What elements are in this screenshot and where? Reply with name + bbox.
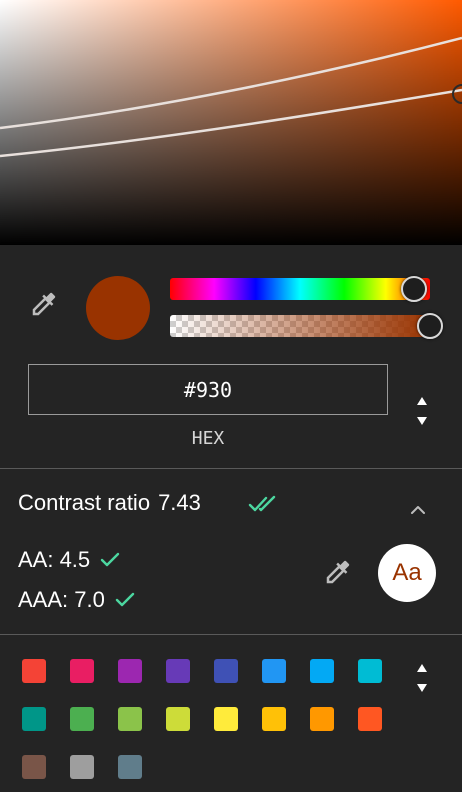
contrast-ratio-heading: Contrast ratio 7.43: [18, 490, 201, 516]
palette-swatch[interactable]: [70, 707, 94, 731]
aaa-label: AAA: 7.0: [18, 587, 105, 612]
hue-slider-thumb[interactable]: [401, 276, 427, 302]
palette-swatch[interactable]: [262, 659, 286, 683]
check-icon: [115, 592, 135, 608]
arrow-up-icon: [417, 397, 427, 405]
hue-slider[interactable]: [170, 276, 430, 302]
contrast-boundary-curves: [0, 36, 462, 158]
palette-toggle-stepper[interactable]: [415, 664, 429, 692]
palette-swatch[interactable]: [310, 659, 334, 683]
aaa-level-row: AAA: 7.0: [18, 587, 135, 613]
palette-swatch[interactable]: [214, 707, 238, 731]
chevron-up-icon: [404, 506, 432, 526]
palette-swatch[interactable]: [22, 659, 46, 683]
format-toggle-stepper[interactable]: [415, 397, 429, 425]
palette-swatch[interactable]: [118, 707, 142, 731]
contrast-preview: Aa: [378, 544, 436, 602]
aa-level-row: AA: 4.5: [18, 547, 120, 573]
palette-swatch[interactable]: [22, 707, 46, 731]
current-color-swatch: [86, 276, 150, 340]
divider: [0, 468, 462, 469]
palette-swatch[interactable]: [70, 755, 94, 779]
alpha-slider[interactable]: [170, 315, 430, 337]
saturation-value-area[interactable]: [0, 0, 462, 245]
eyedropper-icon: [29, 289, 59, 324]
arrow-down-icon: [417, 417, 427, 425]
arrow-down-icon: [417, 684, 427, 692]
collapse-contrast-button[interactable]: [404, 496, 432, 522]
palette-swatch[interactable]: [70, 659, 94, 683]
palette-swatch[interactable]: [310, 707, 334, 731]
format-label: HEX: [191, 428, 225, 449]
contrast-ratio-label: Contrast ratio: [18, 490, 151, 515]
arrow-up-icon: [417, 664, 427, 672]
palette-swatch[interactable]: [118, 755, 142, 779]
divider: [0, 634, 462, 635]
palette-swatch[interactable]: [22, 755, 46, 779]
check-icon: [100, 552, 120, 568]
background-eyedropper-button[interactable]: [322, 558, 354, 590]
palette-swatch[interactable]: [262, 707, 286, 731]
eyedropper-button[interactable]: [28, 290, 60, 322]
palette-swatch[interactable]: [358, 659, 382, 683]
palette-swatch[interactable]: [214, 659, 238, 683]
alpha-gradient: [170, 315, 430, 337]
alpha-slider-thumb[interactable]: [417, 313, 443, 339]
palette-swatch[interactable]: [166, 707, 190, 731]
double-check-icon: [248, 494, 278, 519]
eyedropper-icon: [323, 557, 353, 592]
palette-swatch[interactable]: [358, 707, 382, 731]
hex-input[interactable]: [28, 364, 388, 415]
palette-swatch[interactable]: [166, 659, 190, 683]
aa-label: AA: 4.5: [18, 547, 91, 572]
palette-swatch[interactable]: [118, 659, 142, 683]
contrast-ratio-value: 7.43: [158, 490, 201, 515]
